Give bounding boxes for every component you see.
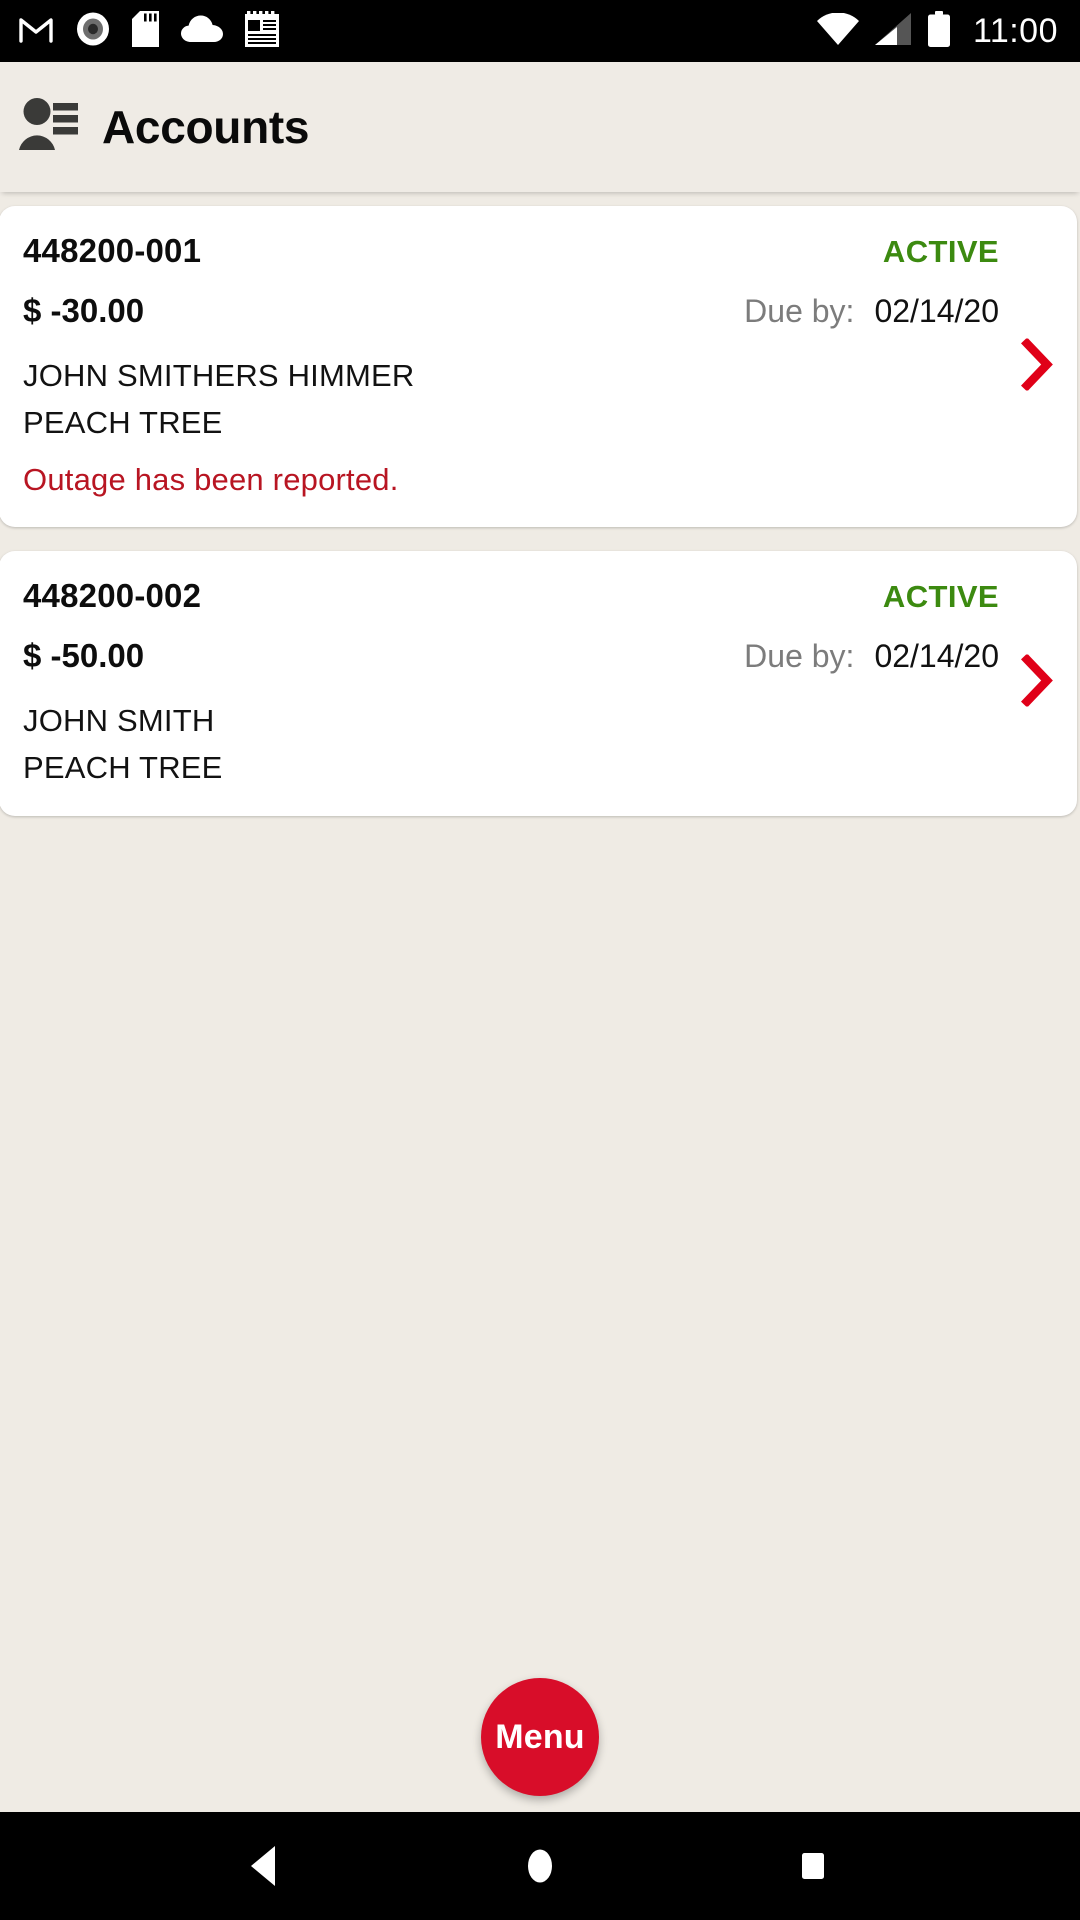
due-by-date: 02/14/20 (874, 293, 999, 329)
accounts-list[interactable]: 448200-001 ACTIVE $ -30.00 Due by: 02/14… (0, 192, 1080, 1812)
account-number: 448200-002 (23, 577, 202, 615)
account-card-header: 448200-002 ACTIVE (23, 577, 1055, 615)
account-card[interactable]: 448200-001 ACTIVE $ -30.00 Due by: 02/14… (0, 206, 1077, 528)
account-card-header: 448200-001 ACTIVE (23, 232, 1055, 270)
cloud-icon (181, 15, 223, 48)
status-bar-clock: 11:00 (972, 11, 1058, 50)
outage-notice: Outage has been reported. (23, 462, 399, 498)
status-bar: 11:00 (0, 0, 1080, 62)
service-address: PEACH TREE (23, 750, 223, 786)
due-by-label: Due by: (744, 638, 855, 675)
chevron-right-icon[interactable] (1020, 337, 1055, 395)
record-dot-icon (76, 12, 110, 51)
back-nav-icon[interactable] (247, 1844, 287, 1888)
account-amount-row: $ -50.00 Due by: 02/14/20 (23, 637, 1055, 675)
account-balance: $ -50.00 (23, 637, 145, 675)
accounts-contact-icon (18, 97, 80, 158)
menu-fab-button[interactable]: Menu (481, 1678, 599, 1796)
due-by-group: Due by: 02/14/20 (744, 638, 1055, 675)
battery-icon (927, 10, 951, 52)
service-address: PEACH TREE (23, 405, 223, 441)
status-badge: ACTIVE (882, 579, 999, 615)
notepad-icon (245, 10, 279, 52)
app-bar: Accounts (0, 62, 1080, 192)
page-title: Accounts (102, 101, 310, 153)
account-balance: $ -30.00 (23, 292, 145, 329)
customer-name: JOHN SMITHERS HIMMER (23, 358, 415, 393)
status-bar-right-icons: 11:00 (816, 10, 1058, 52)
phone-screen: 11:00 Accounts 448200-001 ACTIVE $ -30.0… (0, 0, 1080, 1920)
due-by-date: 02/14/20 (874, 638, 999, 675)
status-bar-left-icons (18, 10, 279, 52)
status-badge: ACTIVE (882, 234, 999, 269)
due-by-label: Due by: (744, 293, 855, 329)
cellular-signal-icon (874, 12, 911, 50)
gmail-icon (18, 14, 54, 49)
home-nav-icon[interactable] (520, 1844, 560, 1888)
recents-nav-icon[interactable] (793, 1844, 833, 1888)
account-amount-row: $ -30.00 Due by: 02/14/20 (23, 292, 1055, 330)
wifi-icon (816, 11, 859, 50)
account-card[interactable]: 448200-002 ACTIVE $ -50.00 Due by: 02/14… (0, 551, 1077, 816)
sd-card-icon (132, 10, 159, 52)
due-by-group: Due by: 02/14/20 (744, 293, 1055, 330)
account-number: 448200-001 (23, 232, 202, 269)
android-nav-bar (0, 1812, 1080, 1920)
chevron-right-icon[interactable] (1020, 653, 1055, 712)
customer-name: JOHN SMITH (23, 703, 215, 739)
menu-fab-label: Menu (495, 1717, 585, 1756)
